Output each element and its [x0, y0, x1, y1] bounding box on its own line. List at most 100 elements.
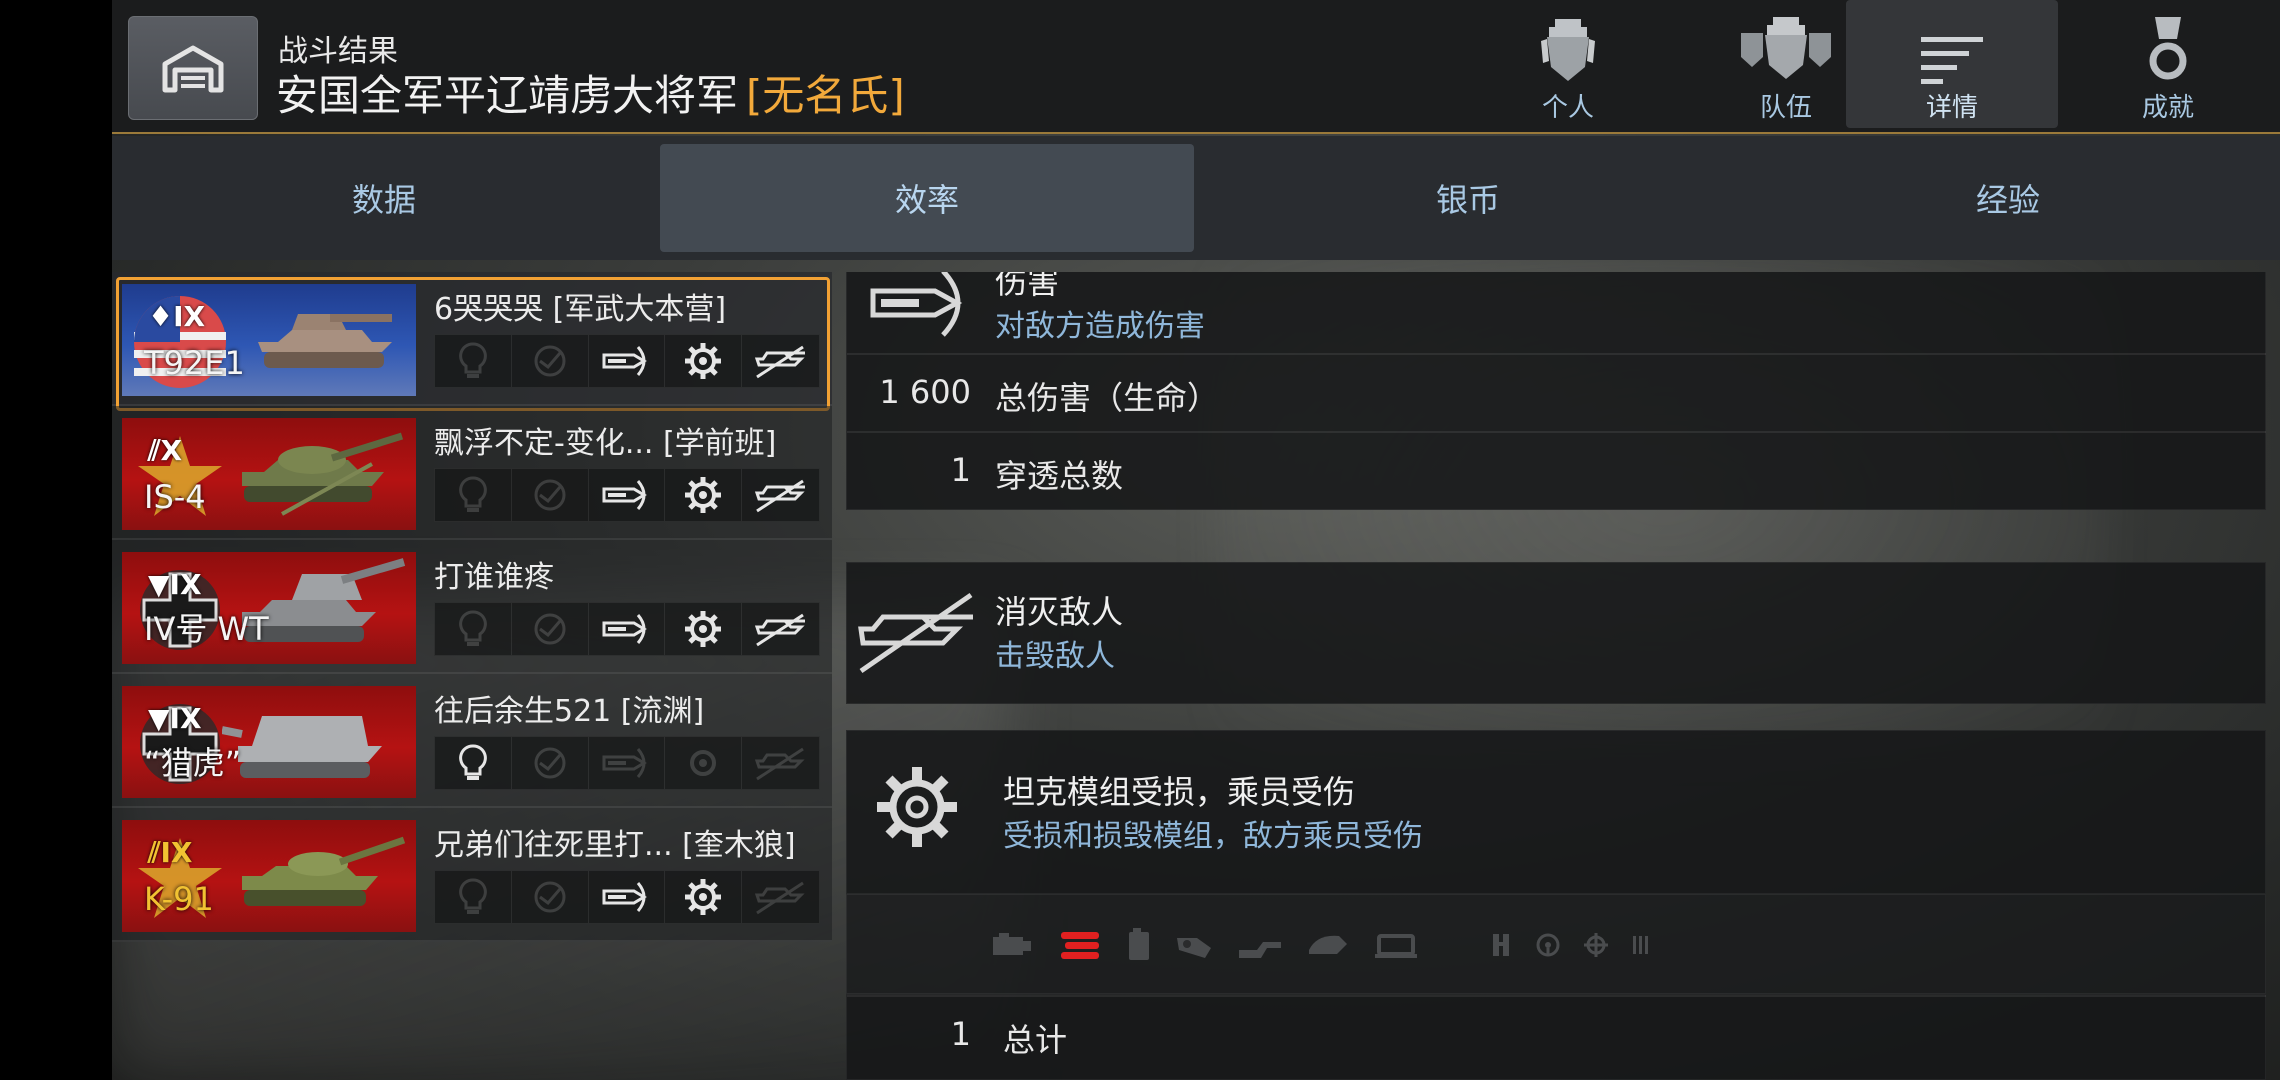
modules-subtitle: 受损和损毁模组，敌方乘员受伤 — [1003, 819, 1423, 854]
tab-data[interactable]: 数据 — [112, 144, 656, 252]
tank-thumbnail: ⫽IX K-91 — [122, 820, 416, 932]
tank-image — [242, 836, 406, 906]
gear-icon — [685, 343, 722, 379]
total-damage-value: 1 600 — [879, 373, 971, 411]
damage-badge — [589, 871, 666, 923]
damage-badge — [589, 335, 666, 387]
spotting-badge — [435, 871, 512, 923]
engine-icon — [987, 931, 1035, 959]
efficiency-details-panel[interactable]: 伤害 对敌方造成伤害 1 600 总伤害（生命） 1 穿透总数 消灭敌人 击毁敌… — [846, 272, 2266, 1080]
module-icon-list — [987, 895, 1651, 995]
module-badge — [665, 737, 743, 789]
module-badge — [665, 335, 743, 387]
tracks-icon — [1057, 930, 1103, 960]
tank-name: IV号 WT — [144, 610, 269, 648]
driver-icon — [1535, 932, 1561, 958]
shell-icon — [602, 748, 648, 778]
kill-badge — [742, 871, 819, 923]
kills-subtitle: 击毁敌人 — [995, 639, 1115, 674]
damage-section: 伤害 对敌方造成伤害 1 600 总伤害（生命） 1 穿透总数 — [846, 272, 2266, 510]
lightbulb-icon — [459, 744, 487, 780]
assist-badge — [512, 737, 589, 789]
tank-tier: ⫽IX — [148, 836, 193, 869]
modules-title: 坦克模组受损，乘员受伤 — [1003, 773, 1356, 811]
damage-title: 伤害 — [995, 272, 1060, 301]
damage-badge — [589, 469, 666, 521]
player-name: 6哭哭哭 [军武大本营] — [434, 292, 727, 327]
lightbulb-icon — [459, 342, 487, 378]
shell-icon — [602, 480, 648, 510]
damage-subtitle: 对敌方造成伤害 — [995, 309, 1205, 344]
kills-title: 消灭敌人 — [995, 593, 1124, 631]
destroyed-tank-icon — [754, 345, 805, 379]
loader-icon — [1631, 932, 1651, 958]
assist-badge — [512, 335, 589, 387]
medal-icon — [2149, 17, 2187, 80]
player-name: 往后余生521 [流渊] — [434, 694, 705, 729]
sub-tab-bar: 数据 效率 银币 经验 — [112, 136, 2280, 260]
total-damage-label: 总伤害（生命） — [995, 379, 1220, 417]
assist-badge — [512, 603, 589, 655]
efficiency-badges — [434, 870, 820, 924]
hangar-icon — [162, 45, 224, 93]
tab-silver[interactable]: 银币 — [1200, 144, 1736, 252]
shell-icon — [602, 346, 648, 376]
gear-icon — [685, 477, 722, 513]
module-badge — [665, 469, 743, 521]
header-bar: 战斗结果 安国全军平辽靖虏大将军 [无名氏] 个人 队伍 详情 成就 — [112, 0, 2280, 134]
total-value: 1 — [950, 1015, 971, 1053]
shell-icon — [602, 882, 648, 912]
clan-tag: [无名氏] — [746, 71, 905, 120]
tab-details-label: 详情 — [1925, 93, 1978, 123]
tank-name: IS-4 — [144, 478, 206, 516]
tab-team-label: 队伍 — [1759, 93, 1812, 123]
kill-badge — [742, 737, 819, 789]
commander-icon — [1489, 932, 1513, 958]
lightbulb-icon — [459, 878, 487, 914]
tab-achievements[interactable]: 成就 — [2062, 0, 2274, 128]
efficiency-badges — [434, 602, 820, 656]
assist-icon — [534, 479, 566, 511]
destroyed-tank-icon — [754, 747, 805, 781]
lightbulb-icon — [459, 610, 487, 646]
battle-results-screen: 战斗结果 安国全军平辽靖虏大将军 [无名氏] 个人 队伍 详情 成就 数据 效率… — [112, 0, 2280, 1080]
details-icon — [1921, 37, 1983, 84]
player-row[interactable]: ⫽IX K-91 兄弟们往死里打... [奎木狼] — [112, 808, 832, 942]
tab-achievements-label: 成就 — [2141, 93, 2194, 123]
tank-tier: ▼IX — [148, 568, 202, 601]
efficiency-badges — [434, 334, 820, 388]
tank-name: “猎虎” — [144, 744, 242, 782]
player-name: 兄弟们往死里打... [奎木狼] — [434, 828, 796, 863]
damage-badge — [589, 603, 666, 655]
player-row[interactable]: ⫽X IS-4 飘浮不定-变化... [学前班] — [112, 406, 832, 540]
assist-icon — [534, 747, 566, 779]
player-row[interactable]: ▼IX IV号 WT 打谁谁疼 — [112, 540, 832, 674]
radio-icon — [1373, 930, 1419, 960]
module-badge — [665, 871, 743, 923]
tank-thumbnail: ♦IX T92E1 — [122, 284, 416, 396]
tank-image — [222, 716, 382, 778]
tank-tier: ⫽X — [148, 434, 183, 467]
turret-icon — [1305, 930, 1351, 960]
gear-icon — [685, 879, 722, 915]
player-row[interactable]: ♦IX T92E1 6哭哭哭 [军武大本营] — [112, 272, 832, 411]
tab-experience[interactable]: 经验 — [1740, 144, 2276, 252]
assist-icon — [534, 613, 566, 645]
tab-efficiency[interactable]: 效率 — [660, 144, 1194, 252]
tab-details[interactable]: 详情 — [1846, 0, 2058, 128]
player-name: 飘浮不定-变化... [学前班] — [434, 426, 777, 461]
kill-badge — [742, 335, 819, 387]
efficiency-badges — [434, 468, 820, 522]
player-icon — [1541, 19, 1595, 81]
damage-badge — [589, 737, 666, 789]
spotting-badge — [435, 335, 512, 387]
assist-badge — [512, 871, 589, 923]
tank-tier: ♦IX — [148, 300, 206, 333]
tank-image — [242, 432, 404, 516]
module-icons-strip — [846, 894, 2266, 994]
player-row[interactable]: ▼IX “猎虎” 往后余生521 [流渊] — [112, 674, 832, 808]
kill-badge — [742, 603, 819, 655]
hangar-home-button[interactable] — [128, 16, 258, 120]
tab-personal[interactable]: 个人 — [1462, 0, 1674, 128]
player-list: ♦IX T92E1 6哭哭哭 [军武大本营] ⫽X IS-4 飘浮不定-变化..… — [112, 272, 832, 942]
